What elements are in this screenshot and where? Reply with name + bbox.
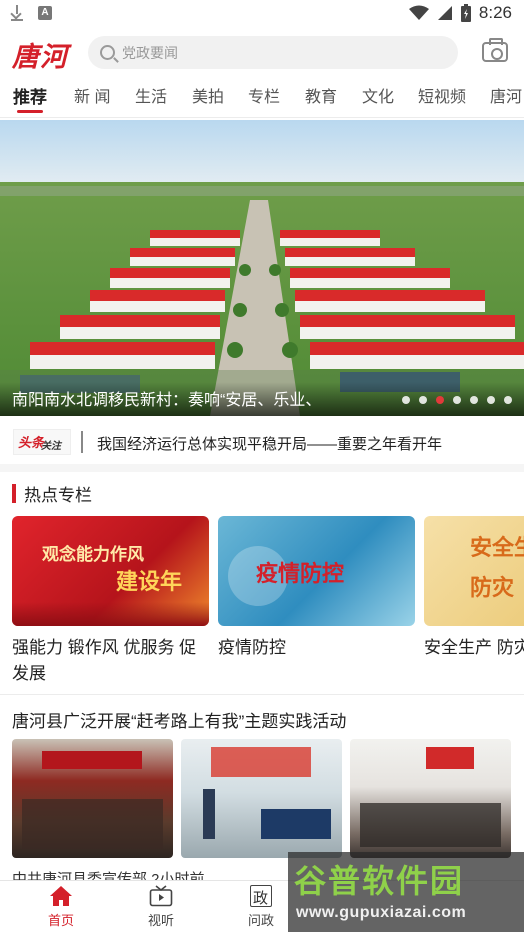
tab-tanghe[interactable]: 唐河	[490, 83, 522, 107]
tab-education[interactable]: 教育	[305, 83, 337, 107]
tab-short-video[interactable]: 短视频	[418, 83, 466, 107]
headline-strip[interactable]: 头条 关注 我国经济运行总体实现平稳开局——重要之年看开年	[0, 416, 524, 472]
card-image-text: 安全生	[470, 535, 524, 561]
battery-icon	[460, 4, 471, 22]
thumb-banner-decoration	[42, 751, 142, 769]
tab-photo[interactable]: 美拍	[192, 83, 224, 107]
camera-icon[interactable]	[482, 38, 508, 62]
politics-icon: 政	[250, 885, 272, 907]
tab-culture[interactable]: 文化	[362, 83, 394, 107]
active-tab-indicator	[17, 110, 43, 113]
hot-card[interactable]: 观念能力作风 建设年 强能力 锻作风 优服务 促发展	[12, 516, 209, 686]
carousel-dot[interactable]	[504, 396, 512, 404]
app-header: 唐河	[0, 28, 524, 76]
carousel-dot[interactable]	[487, 396, 495, 404]
nav-politics[interactable]: 政 问政	[231, 885, 291, 929]
card-image-text: 观念能力作风	[42, 545, 144, 565]
article-thumb[interactable]	[181, 739, 342, 858]
carousel-dot[interactable]	[453, 396, 461, 404]
watermark-url: www.gupuxiazai.com	[296, 904, 467, 921]
signal-icon	[437, 6, 452, 20]
card-title[interactable]: 强能力 锻作风 优服务 促发展	[12, 635, 209, 686]
section-divider	[0, 694, 524, 695]
card-title[interactable]: 安全生产 防灾减灾	[424, 635, 524, 661]
nav-video[interactable]: 视听	[131, 885, 191, 929]
tab-news[interactable]: 新 闻	[74, 83, 110, 107]
tab-life[interactable]: 生活	[135, 83, 167, 107]
search-icon	[100, 45, 115, 60]
watermark-title: 谷普软件园	[294, 863, 465, 899]
tab-recommend[interactable]: 推荐	[13, 83, 47, 108]
download-icon	[10, 5, 24, 21]
card-image-shade	[12, 602, 209, 626]
carousel-dot[interactable]	[470, 396, 478, 404]
article-thumbnails[interactable]	[12, 739, 524, 859]
banner-caption[interactable]: 南阳南水北调移民新村：奏响“安居、乐业、	[12, 386, 387, 410]
carousel-dot[interactable]	[419, 396, 427, 404]
section-accent-bar	[12, 483, 16, 503]
tv-icon	[149, 885, 173, 907]
thumb-banner-decoration	[211, 747, 311, 777]
notification-a-icon: A	[38, 6, 52, 20]
card-image: 疫情防控	[218, 516, 415, 626]
thumb-screen-decoration	[426, 747, 474, 769]
hot-card[interactable]: 疫情防控 疫情防控	[218, 516, 415, 661]
nav-home[interactable]: 首页	[31, 885, 91, 929]
status-bar: A 8:26	[0, 0, 524, 28]
card-image-text-2: 防灾	[470, 575, 515, 601]
thumb-desk-decoration	[261, 809, 331, 839]
nav-video-label: 视听	[147, 913, 174, 928]
search-bar[interactable]	[88, 36, 458, 69]
search-input[interactable]	[122, 44, 422, 61]
article-title[interactable]: 唐河县广泛开展“赶考路上有我”主题实践活动	[12, 707, 346, 732]
banner-carousel[interactable]: 南阳南水北调移民新村：奏响“安居、乐业、	[0, 120, 524, 416]
home-icon	[49, 885, 73, 907]
article-thumb[interactable]	[350, 739, 511, 858]
headline-text[interactable]: 我国经济运行总体实现平稳开局——重要之年看开年	[97, 433, 442, 454]
card-image-text-2: 建设年	[116, 569, 183, 595]
hot-cards: 观念能力作风 建设年 强能力 锻作风 优服务 促发展 疫情防控 疫情防控 安全生…	[12, 516, 524, 686]
card-image-text: 疫情防控	[256, 561, 345, 587]
thumb-person-decoration	[203, 789, 215, 839]
app-logo: 唐河	[12, 42, 68, 73]
nav-home-label: 首页	[47, 913, 74, 928]
card-title[interactable]: 疫情防控	[218, 635, 415, 661]
carousel-dots	[402, 396, 512, 404]
card-image: 观念能力作风 建设年	[12, 516, 209, 626]
carousel-dot[interactable]	[402, 396, 410, 404]
watermark: 谷普软件园 www.gupuxiazai.com	[288, 852, 524, 932]
politics-icon-glyph: 政	[253, 889, 269, 907]
tab-column[interactable]: 专栏	[248, 83, 280, 107]
article-thumb[interactable]	[12, 739, 173, 858]
carousel-dot-active[interactable]	[436, 396, 444, 404]
wifi-icon	[408, 5, 429, 20]
headline-logo: 头条 关注	[13, 429, 71, 455]
status-time: 8:26	[478, 3, 512, 22]
banner-image	[0, 120, 524, 416]
hot-card[interactable]: 安全生 防灾 安全生产 防灾减灾	[424, 516, 524, 661]
category-tabs: 推荐 新 闻 生活 美拍 专栏 教育 文化 短视频 唐河	[0, 76, 524, 118]
headline-logo-subtext: 关注	[41, 441, 61, 452]
card-image: 安全生 防灾	[424, 516, 524, 626]
thumb-people-decoration	[22, 799, 163, 849]
thumb-people-decoration	[360, 803, 501, 847]
headline-separator	[81, 431, 83, 453]
nav-politics-label: 问政	[247, 913, 274, 928]
hot-section-header: 热点专栏	[12, 482, 92, 505]
section-title: 热点专栏	[24, 485, 92, 505]
